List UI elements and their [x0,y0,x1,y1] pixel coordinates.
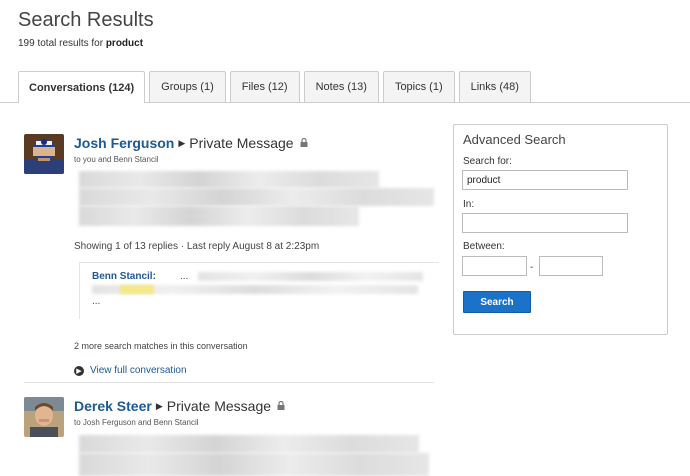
between-from-input[interactable] [462,256,527,276]
reply-ellipsis: ... [180,271,189,282]
arrow-right-icon: ▶ [178,138,186,148]
results-summary-prefix: 199 total results for [18,38,104,49]
recipients: to you and Benn Stancil [74,155,159,164]
search-highlight [120,285,154,294]
search-button[interactable]: Search [463,291,531,313]
in-label: In: [463,199,475,210]
recipients: to Josh Ferguson and Benn Stancil [74,418,199,427]
message-preview-blur [79,435,419,453]
between-label: Between: [463,241,505,252]
tab-groups[interactable]: Groups (1) [149,71,226,102]
tab-topics[interactable]: Topics (1) [382,71,455,102]
author-link[interactable]: Derek Steer [74,398,152,414]
between-to-input[interactable] [539,256,603,276]
tab-files[interactable]: Files (12) [229,71,300,102]
message-type: Private Message [166,398,272,414]
reply-text-blur [198,272,423,281]
results-summary: 199 total results for product [18,38,143,49]
tab-conversations[interactable]: Conversations (124) [18,71,146,103]
in-input[interactable] [462,213,628,233]
lock-icon [277,397,285,415]
search-query: product [105,38,144,49]
author-link[interactable]: Josh Ferguson [74,135,174,151]
avatar[interactable] [24,134,64,174]
tab-notes[interactable]: Notes (13) [303,71,379,102]
reply-author-link[interactable]: Benn Stancil: [92,271,156,282]
conversation-result: Derek Steer ▶ Private Message to Josh Ferg… [24,397,434,476]
result-divider [24,382,434,383]
message-preview-blur [79,171,379,188]
result-header: Derek Steer ▶ Private Message [74,397,285,416]
reply-ellipsis: ... [92,296,101,307]
lock-icon [300,134,308,152]
message-preview-blur [79,453,429,476]
view-full-label[interactable]: View full conversation [90,365,187,376]
message-preview-blur [79,206,359,226]
avatar-image [24,134,64,174]
more-matches: 2 more search matches in this conversati… [74,341,248,351]
advanced-search-title: Advanced Search [463,132,566,147]
view-full-conversation-link[interactable]: ▶ View full conversation [74,365,187,376]
avatar[interactable] [24,397,64,437]
between-dash: - [530,262,534,273]
message-preview-blur [79,188,434,206]
result-header: Josh Ferguson ▶ Private Message [74,134,308,153]
replies-info: Showing 1 of 13 replies · Last reply Aug… [74,241,320,252]
page-title: Search Results [18,9,154,31]
reply-snippet: Benn Stancil: ... ... [79,262,439,319]
arrow-right-icon: ▶ [155,401,163,411]
avatar-image [24,397,64,437]
tab-links[interactable]: Links (48) [458,71,531,102]
conversation-result: Josh Ferguson ▶ Private Message to you and… [24,134,439,384]
circle-arrow-icon: ▶ [74,365,84,376]
result-tabs: Conversations (124) Groups (1) Files (12… [18,71,535,103]
search-for-input[interactable] [462,170,628,190]
search-for-label: Search for: [463,156,512,167]
advanced-search-panel: Advanced Search Search for: In: Between:… [453,124,668,335]
message-type: Private Message [189,135,294,151]
